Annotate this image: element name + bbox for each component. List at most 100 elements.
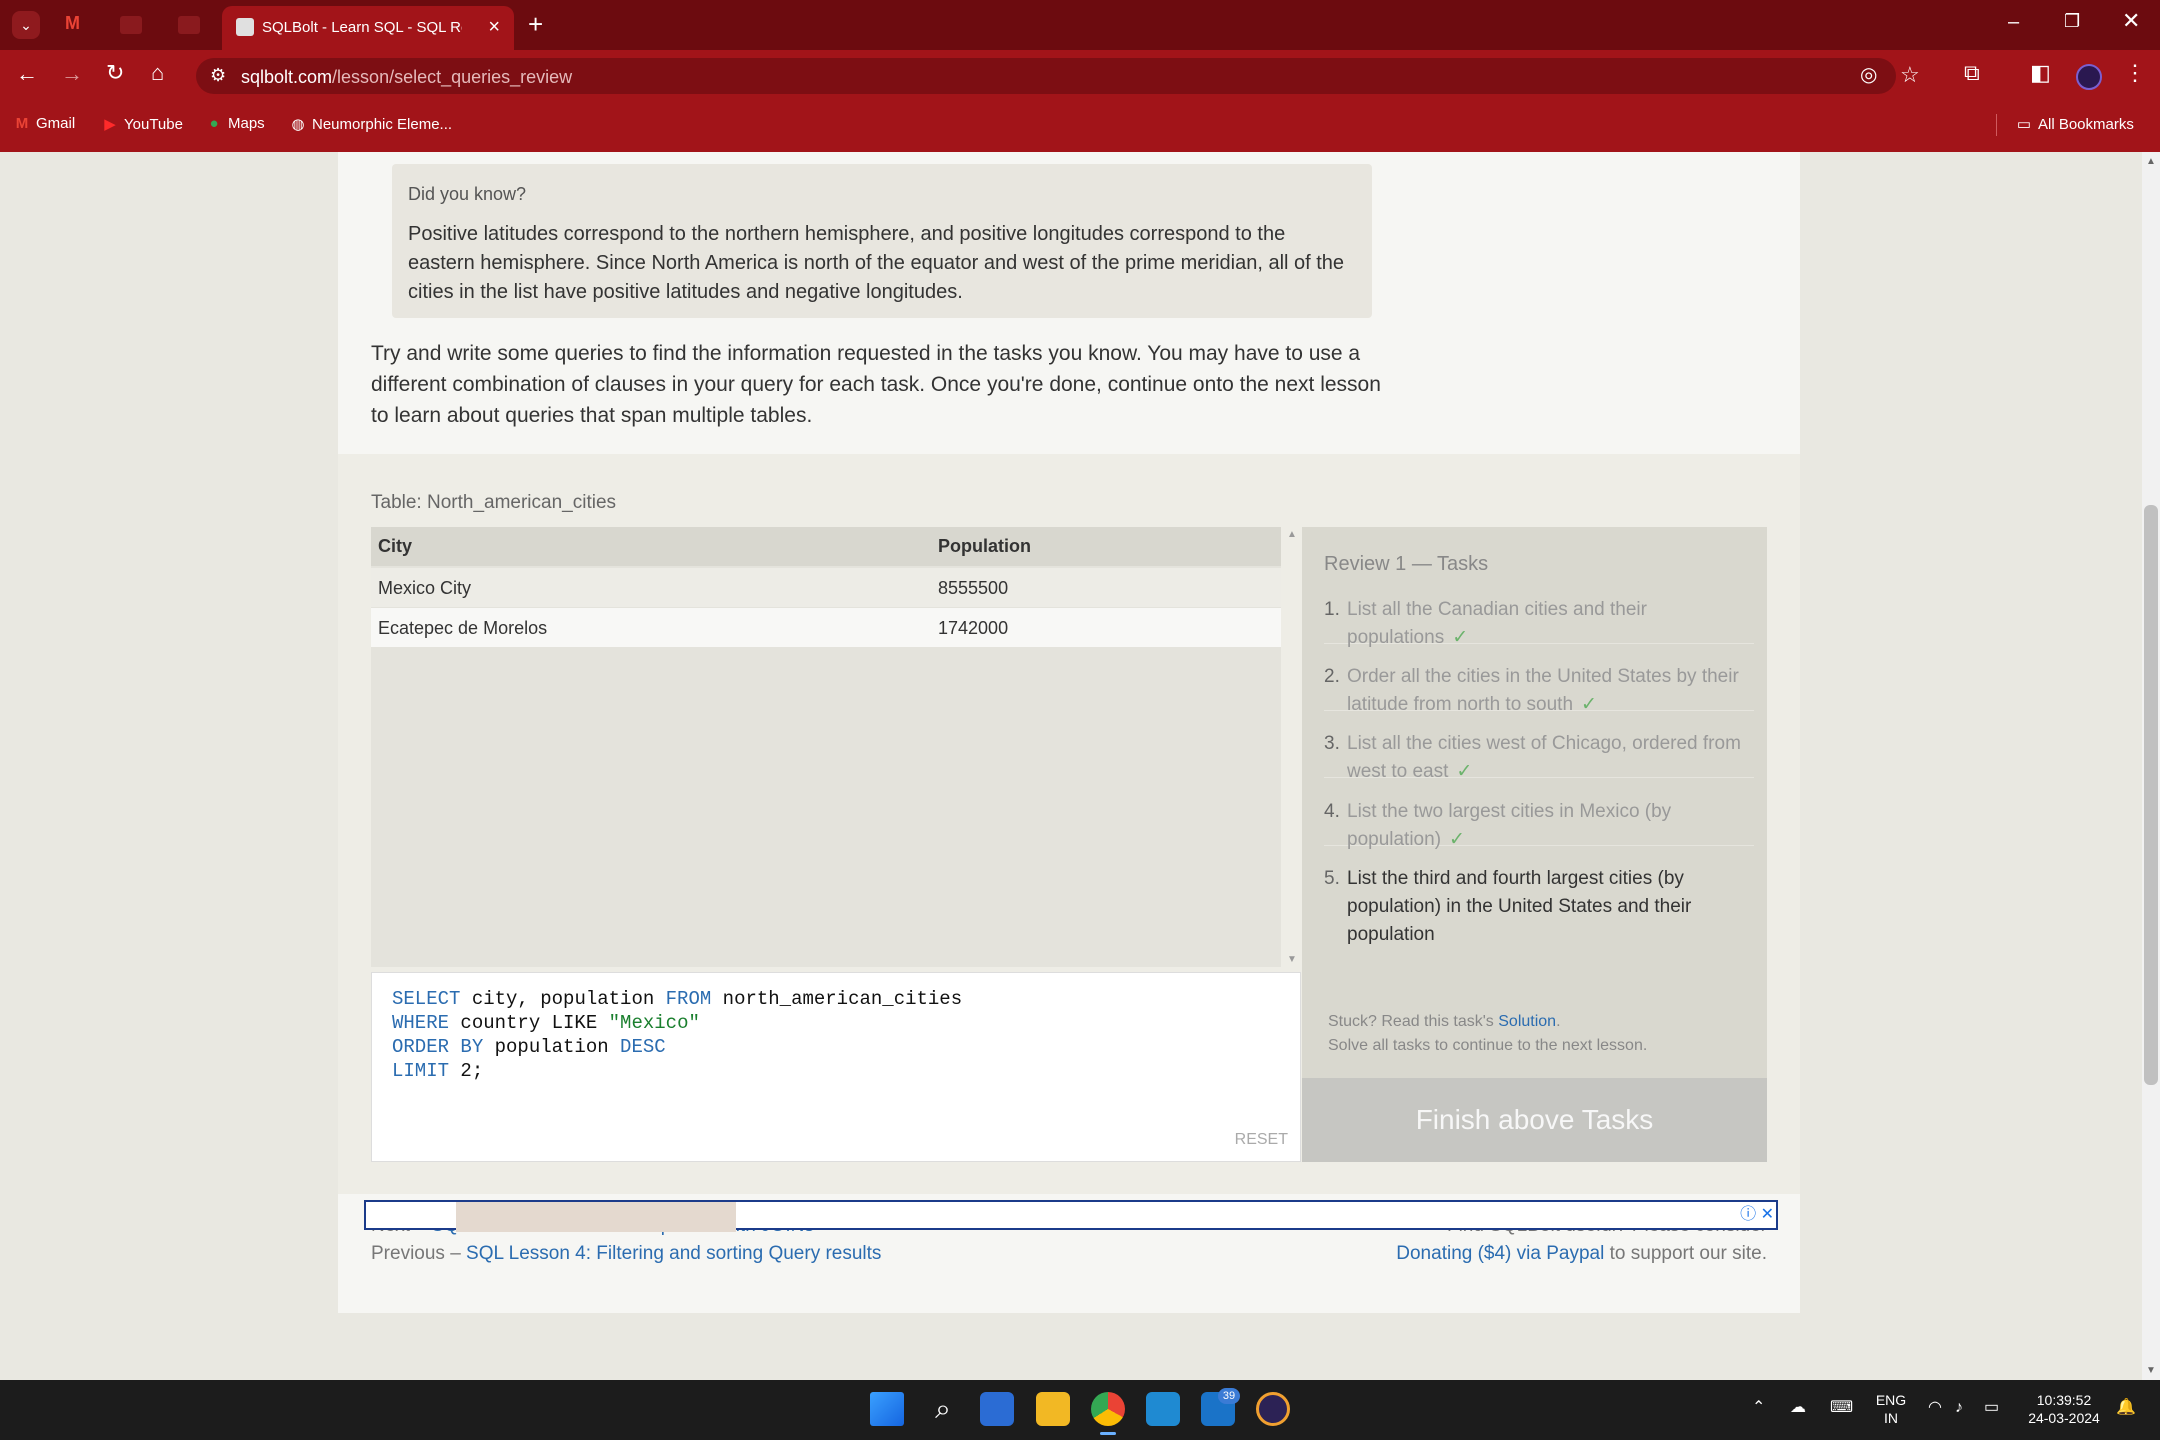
task-item-current: 5. List the third and fourth largest cit… (1324, 865, 1754, 949)
table-caption: Table: North_american_cities (371, 492, 617, 513)
sql-text: city, population (460, 988, 666, 1010)
keyboard-icon[interactable]: ⌨ (1830, 1399, 1853, 1417)
bookmark-youtube[interactable]: ▶ YouTube (102, 115, 183, 133)
url-path: /lesson/select_queries_review (332, 67, 573, 87)
ad-close-icon[interactable]: ⓘ ✕ (1740, 1200, 1774, 1224)
site-info-icon[interactable]: ⚙ (210, 66, 226, 84)
gmail-tab-icon[interactable]: M (65, 14, 80, 32)
sql-text: population (483, 1036, 621, 1058)
check-icon: ✓ (1449, 829, 1465, 850)
maps-icon: ● (209, 115, 219, 132)
column-header-population: Population (938, 536, 1031, 556)
advertisement[interactable]: ⓘ ✕ (364, 1200, 1778, 1232)
sql-string: "Mexico" (608, 1012, 700, 1034)
task-text: Order all the cities in the United State… (1347, 666, 1739, 715)
task-number: 4. (1324, 801, 1340, 822)
task-text: List the third and fourth largest cities… (1347, 868, 1692, 945)
url-domain: sqlbolt.com (241, 67, 333, 87)
pinned-tab[interactable] (178, 16, 200, 34)
date: 24-03-2024 (2028, 1410, 2100, 1426)
tab-search-icon[interactable]: ⌄ (12, 11, 40, 39)
clock[interactable]: 10:39:52 24-03-2024 (2024, 1391, 2104, 1427)
donate-link[interactable]: Donating ($4) via Paypal (1396, 1243, 1604, 1264)
cell-population: 1742000 (938, 618, 1009, 638)
pinned-tab[interactable] (120, 16, 142, 34)
volume-icon[interactable]: ♪ (1955, 1399, 1963, 1417)
language-indicator[interactable]: ENG IN (1874, 1391, 1908, 1427)
page-scrollbar-thumb[interactable] (2144, 505, 2158, 1085)
bookmark-gmail[interactable]: M Gmail (14, 115, 75, 132)
side-panel-icon[interactable]: ◧ (2030, 62, 2051, 84)
menu-icon[interactable]: ⋮ (2124, 62, 2146, 84)
address-bar[interactable]: ⚙ sqlbolt.com/lesson/select_queries_revi… (196, 58, 1920, 94)
scroll-up-arrow-icon[interactable]: ▲ (1283, 529, 1301, 540)
eclipse-icon[interactable] (1256, 1392, 1290, 1426)
scroll-down-icon[interactable]: ▼ (2146, 1365, 2156, 1376)
url-text[interactable]: sqlbolt.com/lesson/select_queries_review (241, 67, 572, 88)
search-icon[interactable]: ⌕ (926, 1392, 960, 1426)
file-explorer-icon[interactable] (1036, 1392, 1070, 1426)
check-icon: ✓ (1581, 694, 1597, 715)
tab-title: SQLBolt - Learn SQL - SQL Revi (262, 19, 462, 36)
chrome-icon[interactable] (1091, 1392, 1125, 1426)
lesson-content: Did you know? Positive latitudes corresp… (338, 152, 1800, 1313)
sql-code[interactable]: SELECT city, population FROM north_ameri… (392, 987, 962, 1083)
store-icon[interactable] (980, 1392, 1014, 1426)
solve-all-text: Solve all tasks to continue to the next … (1328, 1037, 1648, 1054)
reload-icon[interactable]: ↻ (106, 62, 124, 84)
task-number: 5. (1324, 868, 1340, 889)
star-icon[interactable]: ☆ (1900, 64, 1920, 86)
forward-icon[interactable]: → (61, 63, 83, 85)
active-tab[interactable]: SQLBolt - Learn SQL - SQL Revi × (222, 6, 514, 50)
youtube-icon: ▶ (104, 116, 116, 133)
results-scrollbar[interactable]: ▲ ▼ (1283, 527, 1301, 967)
home-icon[interactable]: ⌂ (151, 62, 164, 84)
time: 10:39:52 (2036, 1392, 2092, 1408)
bookmark-neumorphic[interactable]: ◍ Neumorphic Eleme... (290, 115, 452, 133)
globe-icon: ◍ (291, 116, 305, 133)
task-number: 3. (1324, 733, 1340, 754)
onedrive-icon[interactable]: ☁ (1790, 1399, 1806, 1417)
sql-text: 2; (449, 1060, 484, 1082)
table-header-row: City Population (371, 527, 1281, 566)
bookmark-maps[interactable]: ● Maps (206, 115, 264, 132)
cell-population: 8555500 (938, 578, 1009, 598)
wifi-icon[interactable]: ◠ (1928, 1399, 1942, 1417)
scroll-up-icon[interactable]: ▲ (2146, 156, 2156, 167)
page: Did you know? Positive latitudes corresp… (0, 152, 2142, 1380)
check-icon: ✓ (1456, 761, 1473, 782)
tasks-panel: Review 1 — Tasks 1. List all the Canadia… (1302, 527, 1767, 1162)
extensions-icon[interactable]: ⧉ (1964, 62, 1980, 84)
column-header-city: City (378, 536, 413, 556)
restore-icon[interactable]: ❐ (2064, 12, 2080, 30)
scroll-down-arrow-icon[interactable]: ▼ (1283, 954, 1301, 965)
sql-keyword: SELECT (392, 988, 461, 1010)
battery-icon[interactable]: ▭ (1984, 1399, 1999, 1417)
lang-line1: ENG (1875, 1392, 1907, 1408)
show-hidden-icons[interactable]: ⌃ (1752, 1399, 1765, 1417)
windows-start-icon[interactable] (870, 1392, 904, 1426)
task-item: 2. Order all the cities in the United St… (1324, 663, 1754, 715)
results-table: City Population Mexico City 8555500 Ecat… (371, 527, 1281, 967)
solution-link[interactable]: Solution (1498, 1013, 1556, 1030)
eye-off-icon[interactable]: ◎ (1860, 65, 1877, 85)
sql-editor[interactable]: SELECT city, population FROM north_ameri… (371, 972, 1301, 1162)
minimize-icon[interactable]: – (2008, 12, 2019, 32)
finish-tasks-button[interactable]: Finish above Tasks (1302, 1078, 1767, 1162)
profile-avatar[interactable] (2076, 64, 2102, 90)
task-text: List the two largest cities in Mexico (b… (1347, 801, 1672, 850)
new-tab-icon[interactable]: + (528, 11, 543, 37)
did-you-know-body: Positive latitudes correspond to the nor… (408, 223, 1345, 303)
all-bookmarks[interactable]: ▭ All Bookmarks (2016, 115, 2134, 133)
tasks-title: Review 1 — Tasks (1324, 553, 1489, 575)
chrome-active-indicator (1100, 1432, 1116, 1435)
back-icon[interactable]: ← (16, 63, 38, 85)
prev-prefix: Previous – (371, 1243, 467, 1264)
close-tab-icon[interactable]: × (488, 16, 500, 39)
donate-suffix: to support our site. (1604, 1243, 1767, 1264)
close-window-icon[interactable]: ✕ (2122, 10, 2140, 32)
previous-lesson-link[interactable]: SQL Lesson 4: Filtering and sorting Quer… (466, 1243, 881, 1264)
vscode-icon[interactable] (1146, 1392, 1180, 1426)
reset-button[interactable]: RESET (1235, 1131, 1288, 1149)
notification-bell-icon[interactable]: 🔔 (2116, 1399, 2136, 1417)
